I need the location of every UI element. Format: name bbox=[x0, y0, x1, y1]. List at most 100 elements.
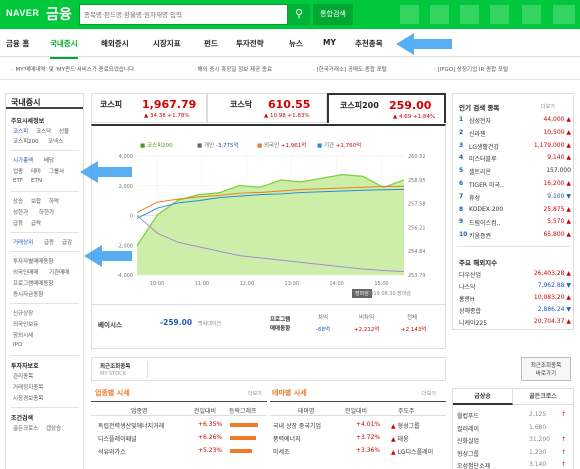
sidebar-link-ipo[interactable]: IPO bbox=[13, 342, 22, 348]
sidebar-link-flat[interactable]: 보합 bbox=[31, 197, 41, 205]
sidebar-link-etn[interactable]: ETN bbox=[31, 178, 42, 184]
tab-kosdaq[interactable]: 코스닥 610.55 ▲ 10.98 +1.83% bbox=[207, 93, 327, 123]
nav-market-index[interactable]: 시장지표 bbox=[153, 38, 181, 49]
popular-more-link[interactable]: 더보기 bbox=[541, 103, 555, 110]
notice-2[interactable]: · 해외 증시 휴장일 정보 제공 종료 bbox=[194, 65, 272, 73]
theme-row-leader[interactable]: ▲ 태웅 bbox=[391, 434, 409, 443]
sidebar-link-surge[interactable]: 급등 bbox=[13, 219, 23, 227]
integrated-search-button[interactable]: 통합검색 bbox=[313, 4, 353, 25]
popular-item[interactable]: 6 TIGER 미국.. 16,200 ▲ bbox=[459, 180, 571, 192]
sidebar-link-lower-limit[interactable]: 하한가 bbox=[39, 208, 54, 216]
nav-fund[interactable]: 펀드 bbox=[204, 38, 218, 49]
sidebar-link-fall[interactable]: 하락 bbox=[49, 197, 59, 205]
sidebar-link-etf[interactable]: ETF bbox=[13, 178, 23, 184]
sidebar-link-foreign-holding[interactable]: 외국인보유 bbox=[13, 320, 38, 328]
search-button[interactable]: ⚲ bbox=[288, 4, 310, 25]
finance-service-title[interactable]: 금융 bbox=[46, 4, 72, 24]
sector-row-name[interactable]: 독립전력생산및에너지거래 bbox=[98, 421, 164, 430]
sidebar-link-theme[interactable]: 테마 bbox=[31, 167, 41, 175]
world-index-item[interactable]: 니케이225 20,704.37 ▲ bbox=[459, 318, 571, 330]
recent-stock-shortcut-button[interactable]: 최근조회종목 바로가기 bbox=[521, 357, 571, 381]
header-menu-square-4[interactable] bbox=[490, 5, 509, 24]
sector-row-name[interactable]: 디스플레이패널 bbox=[98, 434, 137, 443]
nav-strategy[interactable]: 투자전략 bbox=[236, 38, 264, 49]
sidebar-link-gap-up[interactable]: 갭상승 bbox=[46, 424, 61, 432]
header-menu-square-5[interactable] bbox=[522, 5, 541, 24]
tab-kospi200[interactable]: 코스피200 259.00 ▲ 4.69 +1.84% bbox=[327, 93, 446, 123]
sidebar-link-rise[interactable]: 상승 bbox=[13, 197, 23, 205]
notice-1[interactable]: · MY'메매내역' 및 'MY펀드'서비스가 종료되었습니다. bbox=[12, 65, 136, 73]
sidebar-link-foreign-trade[interactable]: 외국인매매 bbox=[13, 268, 38, 276]
rising-row-name[interactable]: 형성그룹 bbox=[457, 449, 479, 458]
world-index-item[interactable]: 다우산업 26,403.28 ▲ bbox=[459, 270, 571, 282]
popular-item[interactable]: 2 신라젠 10,500 ▲ bbox=[459, 129, 571, 141]
nav-recommended[interactable]: 추천종목 bbox=[355, 38, 383, 49]
tab-rising[interactable]: 급상승 bbox=[453, 389, 513, 405]
header-menu-square-2[interactable] bbox=[430, 5, 449, 24]
nav-my[interactable]: MY bbox=[323, 38, 336, 47]
popular-item[interactable]: 5 셀트리온 157,000 bbox=[459, 167, 571, 179]
world-index-item[interactable]: 상해종합 2,886.24 ▼ bbox=[459, 306, 571, 318]
tab-kospi[interactable]: 코스피 1,967.79 ▲ 34.38 +1.78% bbox=[91, 93, 207, 123]
notice-4[interactable]: · [IFGO] 상장기업 IR 종합 포털 bbox=[434, 65, 508, 73]
sidebar-link-volume-top[interactable]: 거래상위 bbox=[13, 238, 33, 246]
theme-more-link[interactable]: 더보기 bbox=[422, 390, 436, 397]
sector-row-name[interactable]: 석유와가스 bbox=[98, 447, 126, 456]
popular-item[interactable]: 10 키움증권 65,800 ▲ bbox=[459, 231, 571, 243]
theme-row-name[interactable]: 미세조 bbox=[273, 447, 290, 456]
rising-row-name[interactable]: 신화실업 bbox=[457, 436, 479, 445]
sector-more-link[interactable]: 더보기 bbox=[248, 390, 262, 397]
sidebar-link-kospi200[interactable]: 코스피200 bbox=[13, 137, 39, 145]
nav-overseas-stock[interactable]: 해외증시 bbox=[101, 38, 129, 49]
popular-item[interactable]: 1 삼성전자 44,000 ▲ bbox=[459, 116, 571, 128]
naver-logo[interactable]: NAVER bbox=[6, 8, 39, 18]
sidebar-link-new-listing[interactable]: 신규상장 bbox=[13, 309, 33, 317]
sidebar-link-warning[interactable]: 시장경보종목 bbox=[13, 394, 43, 402]
sidebar-link-futures[interactable]: 선물 bbox=[59, 127, 69, 135]
sidebar-link-otc[interactable]: 장외시세 bbox=[13, 331, 33, 339]
sidebar-link-suspended[interactable]: 거래정지종목 bbox=[13, 383, 43, 391]
nav-news[interactable]: 뉴스 bbox=[289, 38, 303, 49]
theme-row-leader[interactable]: ▲ LG디스플레이 bbox=[391, 447, 433, 456]
theme-row-name[interactable]: 풍력에너지 bbox=[273, 434, 301, 443]
theme-row-name[interactable]: 국내 상장 중국기업 bbox=[273, 421, 321, 430]
tab-golden-cross[interactable]: 골든크로스 bbox=[513, 389, 573, 405]
popular-item[interactable]: 4 미스터블루 9,140 ▲ bbox=[459, 154, 571, 166]
rising-row-name[interactable]: 컬러레이 bbox=[457, 424, 479, 433]
sidebar-link-upper-limit[interactable]: 상한가 bbox=[13, 208, 28, 216]
header-menu-square-6[interactable] bbox=[553, 5, 575, 24]
rising-row-arrow: ↑ bbox=[561, 461, 567, 468]
nav-domestic-stock[interactable]: 국내증시 bbox=[50, 38, 78, 59]
theme-row-leader[interactable]: ▲ 형성그룹 bbox=[391, 421, 420, 430]
sidebar-link-kosdaq[interactable]: 코스닥 bbox=[36, 127, 51, 135]
world-index-item[interactable]: 홍콩H 10,083.20 ▲ bbox=[459, 294, 571, 306]
sidebar-link-investor-trend[interactable]: 투자자별매매동향 bbox=[13, 257, 53, 265]
popular-item[interactable]: 3 LG생활건강 1,179,000 ▲ bbox=[459, 142, 571, 154]
popular-item[interactable]: 8 KODEX 200 25,875 ▲ bbox=[459, 206, 571, 218]
search-input[interactable] bbox=[84, 5, 284, 24]
sidebar-link-sector[interactable]: 업종 bbox=[13, 167, 23, 175]
popular-item[interactable]: 9 드림어스컴.. 5,570 ▲ bbox=[459, 218, 571, 230]
sidebar-link-dividend[interactable]: 배당 bbox=[44, 156, 54, 164]
sidebar-link-drop[interactable]: 급감 bbox=[62, 238, 72, 246]
sidebar-link-program-trade[interactable]: 프로그램매매동향 bbox=[13, 279, 53, 287]
rising-row-name[interactable]: 월컵푸드 bbox=[457, 411, 479, 420]
sidebar-link-plunge[interactable]: 급락 bbox=[31, 219, 41, 227]
sidebar-link-golden-cross[interactable]: 골든크로스 bbox=[13, 424, 38, 432]
world-index-item[interactable]: 나스닥 7,962.88 ▼ bbox=[459, 282, 571, 294]
header-menu-square-1[interactable] bbox=[400, 5, 419, 24]
sidebar-link-konex[interactable]: 코넥스 bbox=[48, 137, 63, 145]
header-menu-square-3[interactable] bbox=[460, 5, 479, 24]
popular-item[interactable]: 7 휴성 9,100 ▼ bbox=[459, 193, 571, 205]
rising-row-name[interactable]: 오성첨단소재 bbox=[457, 461, 490, 469]
sidebar-link-spike[interactable]: 급증 bbox=[44, 238, 54, 246]
sidebar-link-funds-trend[interactable]: 증시자금동향 bbox=[13, 290, 43, 298]
nav-finance-home[interactable]: 금융 홈 bbox=[6, 38, 29, 49]
sidebar-link-inst-trade[interactable]: 기관매매 bbox=[49, 268, 69, 276]
sidebar-link-group[interactable]: 그룹사 bbox=[49, 167, 64, 175]
sidebar-link-managed[interactable]: 관리종목 bbox=[13, 372, 33, 380]
sidebar-link-market-cap[interactable]: 시가총액 bbox=[13, 156, 33, 164]
intraday-chart[interactable]: 4,0002,0000-2,000-4,000260.32258.95257.5… bbox=[92, 126, 445, 306]
notice-3[interactable]: · [한국거래소] 공매도 종합 포털 bbox=[313, 65, 387, 73]
sidebar-link-kospi[interactable]: 코스피 bbox=[13, 127, 28, 135]
